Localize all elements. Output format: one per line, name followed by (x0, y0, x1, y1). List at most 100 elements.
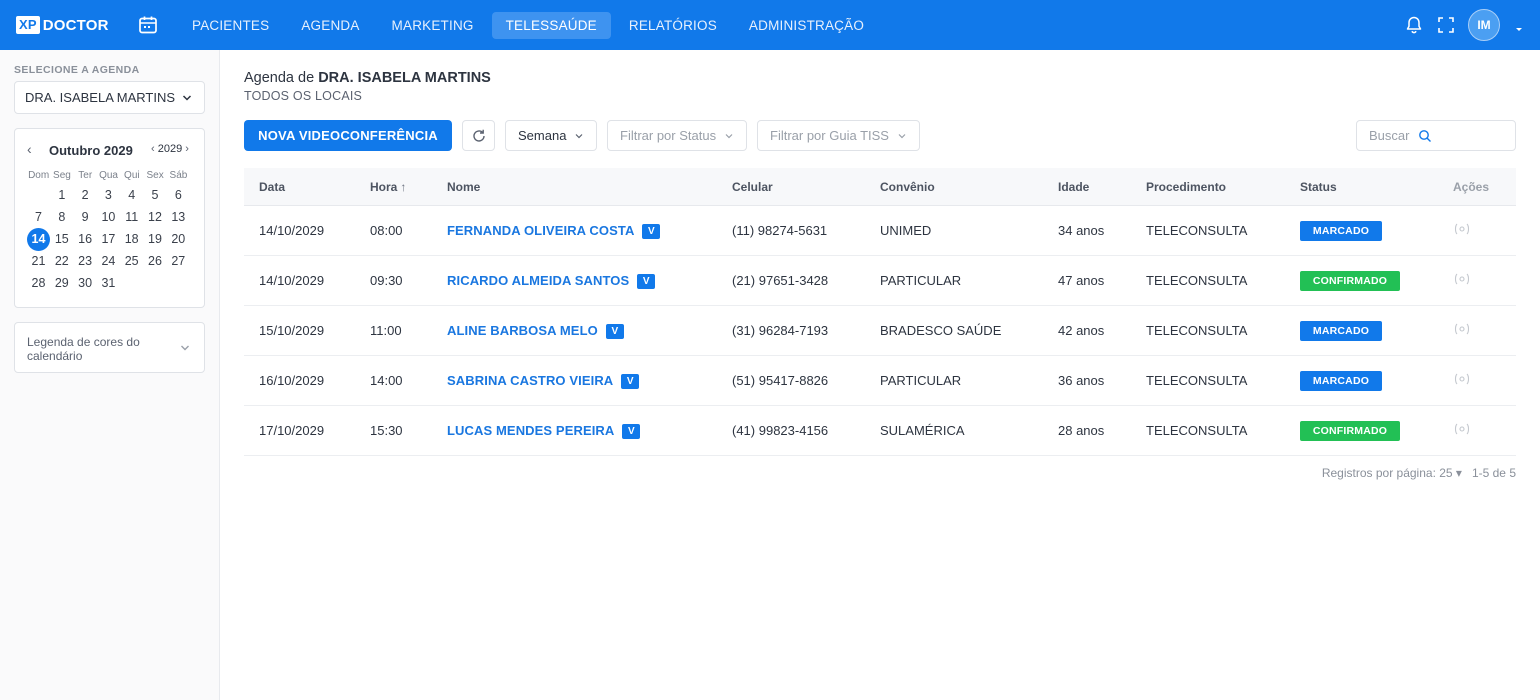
calendar-day[interactable]: 22 (50, 250, 73, 272)
calendar-day[interactable]: 27 (167, 250, 190, 272)
calendar-day[interactable]: 10 (97, 206, 120, 228)
search-input[interactable]: Buscar (1356, 120, 1516, 151)
calendar-year-nav[interactable]: ‹ 2029 › (151, 143, 189, 155)
patient-name-link[interactable]: FERNANDA OLIVEIRA COSTA V (447, 206, 661, 256)
actions-icon[interactable] (1453, 273, 1471, 285)
col-nome[interactable]: Nome (447, 168, 480, 206)
nav-telessaude[interactable]: TELESSAÚDE (491, 12, 611, 39)
video-badge: V (621, 374, 640, 389)
calendar-day[interactable]: 12 (144, 206, 167, 228)
table-row[interactable]: 14/10/2029 08:00 FERNANDA OLIVEIRA COSTA V (… (244, 206, 1516, 256)
cell-hora: 15:30 (370, 423, 403, 438)
cell-idade: 34 anos (1058, 223, 1105, 238)
bell-icon[interactable] (1404, 15, 1424, 35)
calendar-prev-month[interactable]: ‹ (27, 141, 32, 157)
patient-name-link[interactable]: SABRINA CASTRO VIEIRA V (447, 356, 640, 406)
cell-idade: 36 anos (1058, 373, 1105, 388)
calendar-day[interactable]: 4 (120, 184, 143, 206)
calendar-day[interactable]: 31 (97, 272, 120, 294)
table-row[interactable]: 17/10/2029 15:30 LUCAS MENDES PEREIRA V (41)… (244, 406, 1516, 456)
calendar-day[interactable]: 23 (74, 250, 97, 272)
calendar-day[interactable]: 29 (50, 272, 73, 294)
cell-celular: (11) 98274-5631 (732, 223, 828, 238)
col-data[interactable]: Data (259, 168, 285, 206)
nav-administracao[interactable]: ADMINISTRAÇÃO (735, 12, 878, 39)
weekday-label: Qui (124, 170, 140, 181)
actions-icon[interactable] (1453, 323, 1471, 335)
patient-name-link[interactable]: ALINE BARBOSA MELO V (447, 306, 624, 356)
cell-convenio: PARTICULAR (880, 273, 962, 288)
status-filter[interactable]: Filtrar por Status (607, 120, 747, 151)
col-idade[interactable]: Idade (1058, 168, 1089, 206)
calendar-next-year[interactable]: › (185, 143, 189, 155)
calendar-day[interactable]: 15 (50, 228, 73, 250)
status-badge: CONFIRMADO (1300, 271, 1400, 291)
app-logo[interactable]: XP DOCTOR (16, 16, 109, 34)
status-filter-placeholder: Filtrar por Status (620, 128, 717, 143)
calendar-day-selected[interactable]: 14 (27, 228, 50, 251)
calendar-day[interactable]: 11 (120, 206, 143, 228)
tiss-filter[interactable]: Filtrar por Guia TISS (757, 120, 920, 151)
calendar-day[interactable]: 28 (27, 272, 50, 294)
view-select-value: Semana (518, 128, 567, 143)
agenda-select[interactable]: DRA. ISABELA MARTINS (14, 81, 205, 114)
calendar-day[interactable]: 7 (27, 206, 50, 228)
actions-icon[interactable] (1453, 373, 1471, 385)
actions-icon[interactable] (1453, 223, 1471, 235)
calendar-day[interactable]: 18 (120, 228, 143, 250)
user-avatar[interactable]: IM (1468, 9, 1500, 41)
calendar-day[interactable]: 13 (167, 206, 190, 228)
calendar-day[interactable]: 9 (74, 206, 97, 228)
calendar-day[interactable]: 1 (50, 184, 73, 206)
agenda-select-label: SELECIONE A AGENDA (14, 64, 140, 76)
actions-icon[interactable] (1453, 423, 1471, 435)
table-row[interactable]: 14/10/2029 09:30 RICARDO ALMEIDA SANTOS V (2… (244, 256, 1516, 306)
calendar-day[interactable]: 8 (50, 206, 73, 228)
cell-nome: ALINE BARBOSA MELO (447, 323, 598, 338)
calendar-day[interactable]: 26 (144, 250, 167, 272)
calendar-prev-year[interactable]: ‹ (151, 143, 155, 155)
calendar-day[interactable]: 5 (144, 184, 167, 206)
patient-name-link[interactable]: LUCAS MENDES PEREIRA V (447, 406, 641, 456)
col-procedimento[interactable]: Procedimento (1146, 168, 1226, 206)
calendar-day[interactable]: 21 (27, 250, 50, 272)
page-title-prefix: Agenda de (244, 70, 319, 86)
calendar-icon[interactable] (137, 14, 159, 36)
table-row[interactable]: 16/10/2029 14:00 SABRINA CASTRO VIEIRA V (51… (244, 356, 1516, 406)
fullscreen-icon[interactable] (1436, 15, 1456, 35)
chevron-down-icon[interactable] (1514, 21, 1524, 31)
col-status[interactable]: Status (1300, 168, 1337, 206)
new-videoconference-button[interactable]: NOVA VIDEOCONFERÊNCIA (244, 120, 452, 151)
cell-convenio: PARTICULAR (880, 373, 962, 388)
patient-name-link[interactable]: RICARDO ALMEIDA SANTOS V (447, 256, 656, 306)
col-celular[interactable]: Celular (732, 168, 773, 206)
cell-data: 14/10/2029 (259, 273, 325, 288)
calendar-day[interactable]: 16 (74, 228, 97, 250)
nav-agenda[interactable]: AGENDA (287, 12, 373, 39)
col-hora[interactable]: Hora ↑ (370, 168, 406, 206)
video-badge: V (642, 224, 661, 239)
calendar-day[interactable]: 6 (167, 184, 190, 206)
nav-marketing[interactable]: MARKETING (378, 12, 488, 39)
calendar-day[interactable]: 19 (144, 228, 167, 250)
calendar-day[interactable]: 30 (74, 272, 97, 294)
nav-pacientes[interactable]: PACIENTES (178, 12, 283, 39)
calendar-day[interactable]: 25 (120, 250, 143, 272)
cell-convenio: UNIMED (880, 223, 932, 238)
refresh-button[interactable] (462, 120, 495, 151)
table-row[interactable]: 15/10/2029 11:00 ALINE BARBOSA MELO V (31) 9… (244, 306, 1516, 356)
calendar-day[interactable]: 24 (97, 250, 120, 272)
col-convenio[interactable]: Convênio (880, 168, 935, 206)
calendar-day[interactable]: 17 (97, 228, 120, 250)
calendar-legend-toggle[interactable]: Legenda de cores do calendário (14, 322, 205, 373)
cell-celular: (51) 95417-8826 (732, 373, 829, 388)
calendar-day[interactable]: 3 (97, 184, 120, 206)
calendar-day[interactable]: 20 (167, 228, 190, 250)
cell-nome: SABRINA CASTRO VIEIRA (447, 373, 614, 388)
view-select[interactable]: Semana (505, 120, 597, 151)
nav-relatorios[interactable]: RELATÓRIOS (615, 12, 731, 39)
cell-procedimento: TELECONSULTA (1146, 323, 1248, 338)
appointments-table: Data Hora ↑ Nome Celular Convênio Idade P… (244, 168, 1516, 456)
rows-per-page-select[interactable]: Registros por página: 25 ▾ (1322, 466, 1462, 480)
calendar-day[interactable]: 2 (74, 184, 97, 206)
